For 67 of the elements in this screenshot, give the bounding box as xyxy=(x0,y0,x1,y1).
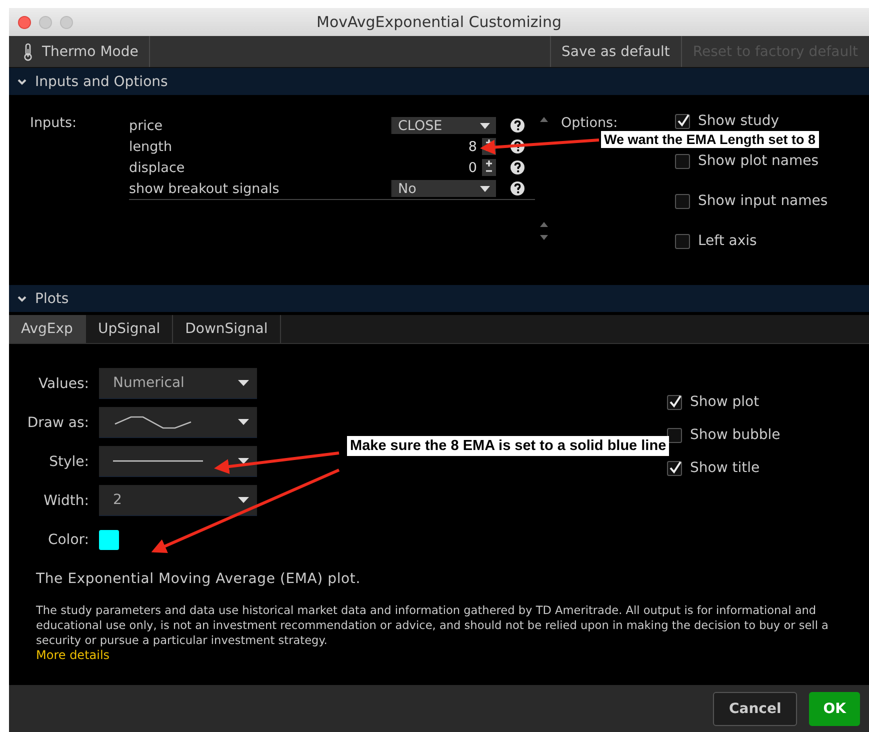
number-field[interactable]: 8 xyxy=(391,138,496,155)
help-icon[interactable] xyxy=(510,181,525,196)
section-title: Plots xyxy=(35,290,69,306)
section-header[interactable]: Inputs and Options xyxy=(9,68,869,95)
section-header[interactable]: Plots xyxy=(9,285,869,312)
save-default-button[interactable]: Save as default xyxy=(550,36,682,67)
disclaimer-text: The study parameters and data use historical market data and information gathered by TD Ameritrade. All output is for informational and educational use only, is not an investment recommendation or advice, and should not be relied upon in making the decision to buy or sell a security or pursue a particular investment strategy. xyxy=(36,603,830,648)
checkbox[interactable] xyxy=(667,428,682,442)
caret-icon xyxy=(238,458,249,464)
cancel-button[interactable]: Cancel xyxy=(712,692,798,726)
caret-icon xyxy=(480,122,490,128)
section-title: Inputs and Options xyxy=(35,74,168,90)
checkbox[interactable] xyxy=(675,194,690,208)
field-label: Style: xyxy=(48,454,89,470)
spinner-icon[interactable] xyxy=(482,159,496,176)
scroll-up-icon[interactable] xyxy=(540,117,548,122)
window-title: MovAvgExponential Customizing xyxy=(316,13,562,31)
curve-icon xyxy=(113,414,193,430)
option-label: Show study xyxy=(698,113,780,129)
option-label: Show title xyxy=(690,460,760,476)
plot-tab[interactable]: AvgExp xyxy=(9,315,86,343)
checkbox[interactable] xyxy=(667,394,682,410)
field-label: Width: xyxy=(42,492,89,508)
solid-line-icon xyxy=(113,459,203,463)
color-swatch[interactable] xyxy=(99,530,119,550)
caret-icon xyxy=(238,419,249,425)
field-label: Draw as: xyxy=(26,414,89,430)
option-label: Show plot names xyxy=(698,153,819,169)
annotation-callout: Make sure the 8 EMA is set to a solid blue line xyxy=(347,436,670,456)
help-icon[interactable] xyxy=(510,139,525,154)
draw-type-dropdown[interactable] xyxy=(99,407,257,438)
dropdown[interactable]: CLOSE xyxy=(391,117,496,134)
scroll-down-icon[interactable] xyxy=(540,235,548,240)
input-name: price xyxy=(129,118,164,134)
option-label: Show plot xyxy=(690,394,760,410)
option-label: Show input names xyxy=(698,193,828,209)
options-label: Options: xyxy=(561,115,619,131)
checkbox[interactable] xyxy=(675,154,690,168)
dropdown[interactable]: 2 xyxy=(99,485,257,516)
caret-icon xyxy=(238,380,249,386)
checkbox[interactable] xyxy=(675,114,690,128)
annotation-callout: We want the EMA Length set to 8 xyxy=(601,131,819,148)
option-label: Show bubble xyxy=(690,427,780,443)
input-name: displace xyxy=(129,160,186,176)
thermometer-icon xyxy=(23,42,33,60)
plot-description: The Exponential Moving Average (EMA) plot. xyxy=(36,571,362,587)
checkbox[interactable] xyxy=(667,460,682,476)
more-details-link[interactable]: More details xyxy=(36,648,869,662)
dropdown[interactable]: Numerical xyxy=(99,368,257,399)
field-label: Color: xyxy=(46,532,89,548)
caret-icon xyxy=(238,497,249,503)
help-icon[interactable] xyxy=(510,160,525,175)
close-button[interactable] xyxy=(18,16,31,28)
input-name: show breakout signals xyxy=(129,180,280,196)
help-icon[interactable] xyxy=(510,118,525,133)
line-style-dropdown[interactable] xyxy=(99,446,257,477)
scroll-up-icon[interactable] xyxy=(540,222,548,227)
thermo-mode-button[interactable]: Thermo Mode xyxy=(9,36,150,67)
caret-icon xyxy=(480,186,490,192)
input-name: length xyxy=(129,138,174,154)
dropdown[interactable]: No xyxy=(391,180,496,197)
ok-button[interactable]: OK xyxy=(809,692,860,726)
number-field[interactable]: 0 xyxy=(391,159,496,176)
inputs-label: Inputs: xyxy=(30,115,78,131)
option-label: Left axis xyxy=(698,233,757,249)
field-label: Values: xyxy=(38,376,89,392)
checkbox[interactable] xyxy=(675,234,690,248)
